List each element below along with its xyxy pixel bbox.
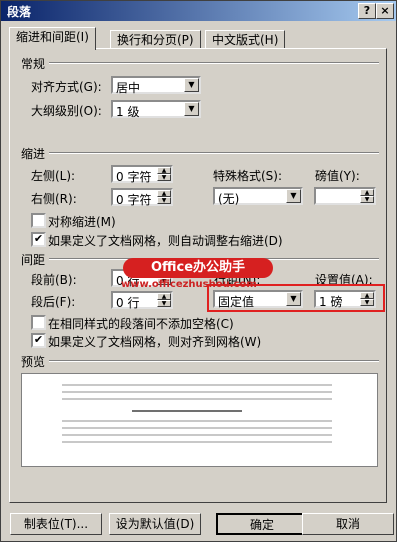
spin-down-icon[interactable]: ▼ [157,300,171,307]
snap-to-grid-checkbox[interactable]: ✔ [31,333,46,348]
brand-watermark: Office办公助手 [123,258,273,278]
ok-button[interactable]: 确定 [216,513,308,535]
line-spacing-select[interactable]: 固定值 ▼ [213,290,303,309]
cancel-button[interactable]: 取消 [302,513,394,535]
chevron-down-icon[interactable]: ▼ [286,189,301,203]
outline-level-label: 大纲级别(O): [31,104,102,118]
spin-up-icon[interactable]: ▲ [360,292,374,299]
spin-up-icon[interactable]: ▲ [157,167,171,174]
close-icon[interactable]: × [376,3,394,19]
special-indent-label: 特殊格式(S): [213,169,283,183]
section-preview-title: 预览 [21,355,46,369]
special-indent-select[interactable]: (无) ▼ [213,187,303,206]
help-icon[interactable]: ? [358,3,376,19]
preview-line [62,398,332,400]
preview-line [62,420,332,422]
tab-indents-spacing[interactable]: 缩进和间距(I) [9,27,96,50]
line-spacing-at-spinner[interactable]: 1 磅 ▲ ▼ [314,290,376,309]
spin-down-icon[interactable]: ▼ [157,174,171,181]
section-spacing-title: 间距 [21,253,46,267]
outline-level-select[interactable]: 1 级 ▼ [111,100,201,119]
space-after-label: 段后(F): [31,295,76,309]
auto-adjust-indent-checkbox[interactable]: ✔ [31,232,46,247]
preview-line [132,410,242,412]
spin-down-icon[interactable]: ▼ [157,197,171,204]
tab-line-page-breaks[interactable]: 换行和分页(P) [110,30,201,49]
alignment-value: 居中 [116,81,141,95]
section-general-title: 常规 [21,57,46,71]
snap-to-grid-label: 如果定义了文档网格，则对齐到网格(W) [48,335,262,349]
divider [49,360,379,362]
indent-left-value: 0 字符 [116,170,152,184]
indent-right-label: 右侧(R): [31,192,77,206]
no-space-same-style-label: 在相同样式的段落间不添加空格(C) [48,317,234,331]
space-after-spinner[interactable]: 0 行 ▲ ▼ [111,291,173,310]
preview-line [62,434,332,436]
tabs-button[interactable]: 制表位(T)... [10,513,102,535]
chevron-down-icon[interactable]: ▼ [286,292,301,306]
line-spacing-at-value: 1 磅 [319,295,343,309]
outline-level-value: 1 级 [116,105,140,119]
preview-line [62,384,332,386]
indent-left-label: 左侧(L): [31,169,76,183]
spin-up-icon[interactable]: ▲ [157,293,171,300]
spin-down-icon[interactable]: ▼ [360,299,374,306]
divider [49,152,379,154]
paragraph-dialog: 段落 ? × 缩进和间距(I) 换行和分页(P) 中文版式(H) 常规 对齐方式… [0,0,397,542]
indent-right-spinner[interactable]: 0 字符 ▲ ▼ [111,188,173,207]
spin-up-icon[interactable]: ▲ [157,190,171,197]
dialog-title: 段落 [7,5,32,19]
indent-right-value: 0 字符 [116,193,152,207]
tab-asian-typography[interactable]: 中文版式(H) [205,30,286,49]
section-indent-title: 缩进 [21,147,46,161]
chevron-down-icon[interactable]: ▼ [184,78,199,92]
preview-line [62,427,332,429]
preview-line [62,441,332,443]
divider [49,62,379,64]
title-bar: 段落 ? × [1,1,396,21]
alignment-select[interactable]: 居中 ▼ [111,76,201,95]
alignment-label: 对齐方式(G): [31,80,102,94]
spin-up-icon[interactable]: ▲ [360,189,374,196]
watermark-url: www.officezhushou.com [121,279,257,290]
no-space-same-style-checkbox[interactable] [31,315,46,330]
spin-down-icon[interactable]: ▼ [360,196,374,203]
indent-by-spinner[interactable]: ▲ ▼ [314,187,376,205]
set-default-button[interactable]: 设为默认值(D) [109,513,201,535]
auto-adjust-indent-label: 如果定义了文档网格，则自动调整右缩进(D) [48,234,283,248]
special-indent-value: (无) [218,192,240,206]
mirror-indents-label: 对称缩进(M) [48,215,116,229]
indent-left-spinner[interactable]: 0 字符 ▲ ▼ [111,165,173,184]
space-after-value: 0 行 [116,296,140,310]
line-spacing-value: 固定值 [218,295,255,309]
indent-by-label: 磅值(Y): [315,169,360,183]
chevron-down-icon[interactable]: ▼ [184,102,199,116]
space-before-label: 段前(B): [31,273,77,287]
preview-line [62,391,332,393]
mirror-indents-checkbox[interactable] [31,213,46,228]
preview-pane [21,373,378,467]
